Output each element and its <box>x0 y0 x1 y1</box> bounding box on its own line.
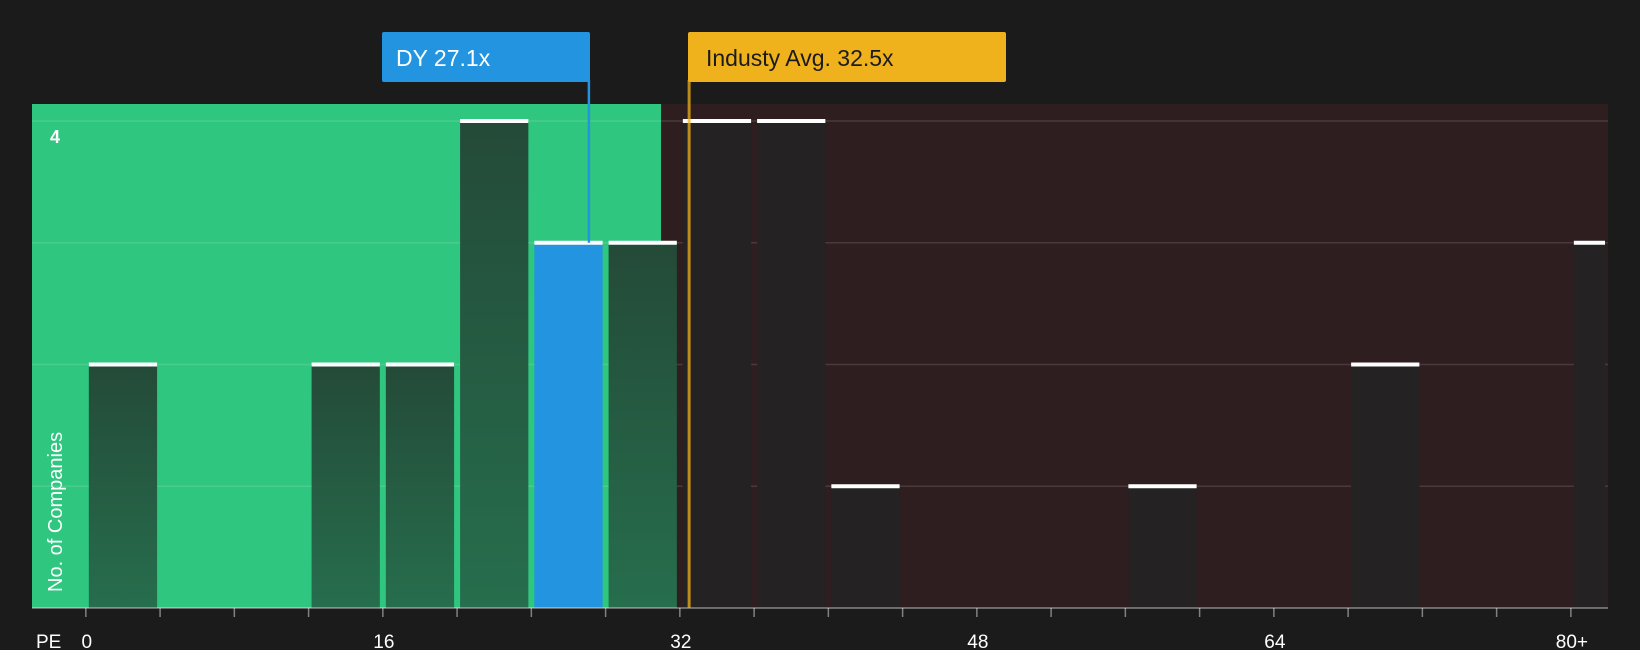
bar-cap <box>311 362 380 367</box>
bar-cap <box>1573 240 1605 245</box>
bar-cap <box>831 484 900 489</box>
bar-cap <box>757 119 826 123</box>
y-tick-label: 4 <box>50 127 60 147</box>
x-tick-label: 32 <box>670 632 691 650</box>
pe-distribution-chart: 0 16 32 48 64 80+ PE 4 No. of Companies Industy A… <box>0 0 1640 650</box>
bar <box>682 121 752 608</box>
x-tick-label: 64 <box>1264 632 1286 650</box>
bar-cap <box>1128 484 1197 489</box>
bar <box>1351 364 1420 608</box>
x-axis-label: PE <box>36 632 61 650</box>
bar <box>1573 242 1605 608</box>
bar <box>385 364 455 608</box>
x-tick-label: 16 <box>373 632 394 650</box>
bar <box>460 121 529 608</box>
bar <box>1128 486 1197 608</box>
bar-cap <box>460 119 529 123</box>
bar <box>311 364 380 608</box>
bar-cap <box>385 362 455 367</box>
industry-average-label: Industy Avg. 32.5x <box>706 45 894 71</box>
x-tick-label: 80+ <box>1556 632 1588 650</box>
bar <box>88 364 158 608</box>
bar <box>831 486 900 608</box>
bar-cap <box>608 240 677 245</box>
bar-cap <box>534 240 603 245</box>
bar <box>757 121 826 608</box>
x-tick-label: 0 <box>82 632 93 650</box>
company-pe-label: DY 27.1x <box>396 45 491 71</box>
chart-svg: 0 16 32 48 64 80+ PE 4 No. of Companies Industy A… <box>32 32 1608 650</box>
bar-cap <box>682 119 752 123</box>
bar-cap <box>1351 362 1420 367</box>
bar-highlight <box>534 242 603 608</box>
bar <box>608 242 677 608</box>
bar-cap <box>88 362 158 367</box>
x-tick-label: 48 <box>967 632 988 650</box>
y-axis-label: No. of Companies <box>45 432 67 592</box>
